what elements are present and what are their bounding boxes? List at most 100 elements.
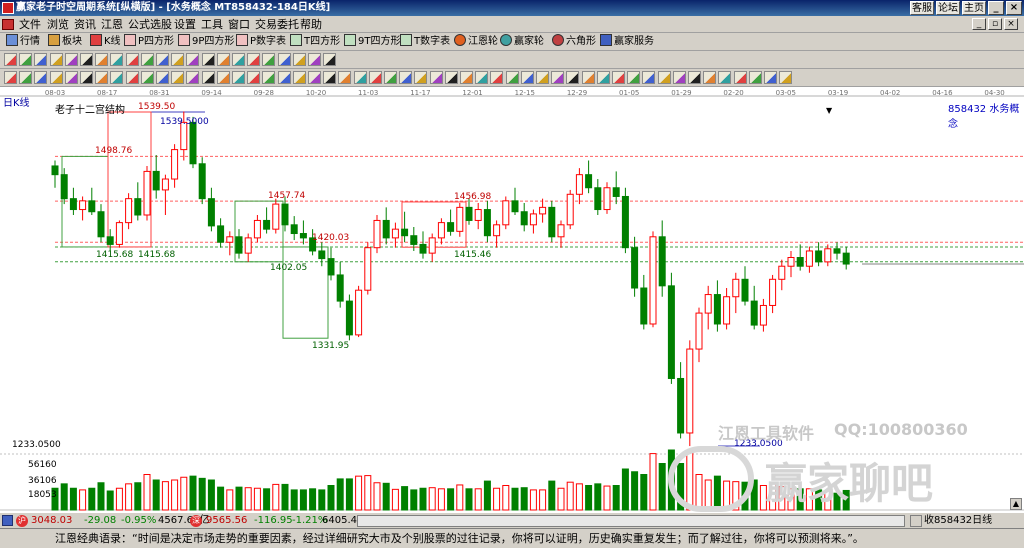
tb3-tool-icon[interactable] [338,71,352,84]
menu-trade[interactable]: 交易委托 [252,17,302,32]
tb2-tool-icon[interactable] [34,53,48,66]
tb3-tool-icon[interactable] [171,71,185,84]
tb2-tool-icon[interactable] [4,53,17,66]
tb3-tool-icon[interactable] [414,71,428,84]
gann-wheel-button[interactable]: 江恩轮 [454,34,498,50]
tb2-tool-icon[interactable] [171,53,185,66]
tb3-tool-icon[interactable] [551,71,565,84]
tb3-tool-icon[interactable] [490,71,504,84]
tb3-tool-icon[interactable] [475,71,489,84]
tb3-tool-icon[interactable] [49,71,63,84]
tb3-tool-icon[interactable] [566,71,580,84]
tb3-tool-icon[interactable] [733,71,747,84]
status-icon[interactable] [910,515,922,527]
tb2-tool-icon[interactable] [49,53,63,66]
tb3-tool-icon[interactable] [277,71,291,84]
tb3-tool-icon[interactable] [429,71,443,84]
tb3-tool-icon[interactable] [444,71,458,84]
kline-chart[interactable]: 08-03 08-17 08-31 09-14 09-28 10-20 11-03 11-17… [0,88,1024,512]
tb3-tool-icon[interactable] [718,71,732,84]
link-service[interactable]: 客服 [910,1,934,15]
tb2-tool-icon[interactable] [323,53,337,66]
tb3-tool-icon[interactable] [627,71,641,84]
tb2-tool-icon[interactable] [156,53,169,66]
tb3-tool-icon[interactable] [4,71,17,84]
winner-wheel-button[interactable]: 赢家轮 [500,34,544,50]
link-forum[interactable]: 论坛 [936,1,960,15]
tb2-tool-icon[interactable] [186,53,200,66]
tb2-tool-icon[interactable] [308,53,321,66]
tb3-tool-icon[interactable] [688,71,701,84]
mdi-restore-button[interactable]: ▫ [988,18,1002,30]
menu-info[interactable]: 资讯 [71,17,99,32]
menu-formula[interactable]: 公式选股 [125,17,175,32]
close-button[interactable]: × [1006,1,1022,15]
tb3-tool-icon[interactable] [460,71,473,84]
tb2-tool-icon[interactable] [125,53,139,66]
scroll-up-icon[interactable]: ▲ [1010,498,1022,510]
tb3-tool-icon[interactable] [247,71,261,84]
menu-tools[interactable]: 工具 [198,17,226,32]
tb3-tool-icon[interactable] [186,71,200,84]
mdi-doc-icon[interactable] [2,19,14,30]
t-number-button[interactable]: T数字表 [400,34,450,50]
tb3-tool-icon[interactable] [140,71,154,84]
menu-gann[interactable]: 江恩 [98,17,126,32]
tb3-tool-icon[interactable] [34,71,48,84]
tb3-tool-icon[interactable] [156,71,169,84]
t-square-button[interactable]: T四方形 [290,34,340,50]
tb3-tool-icon[interactable] [368,71,382,84]
9t-square-button[interactable]: 9T四方形 [344,34,400,50]
status-scrollbar[interactable] [357,515,905,527]
menu-browse[interactable]: 浏览 [44,17,72,32]
tb3-tool-icon[interactable] [353,71,367,84]
tb3-tool-icon[interactable] [308,71,321,84]
mdi-minimize-button[interactable]: _ [972,18,986,30]
tb3-tool-icon[interactable] [262,71,276,84]
tb2-tool-icon[interactable] [140,53,154,66]
tb3-tool-icon[interactable] [201,71,215,84]
tb3-tool-icon[interactable] [216,71,230,84]
tb3-tool-icon[interactable] [672,71,686,84]
sector-button[interactable]: 板块 [48,34,82,50]
quote-button[interactable]: 行情 [6,34,40,50]
tb3-tool-icon[interactable] [110,71,124,84]
tb2-tool-icon[interactable] [262,53,276,66]
tb3-tool-icon[interactable] [581,71,595,84]
tb3-tool-icon[interactable] [323,71,337,84]
menu-help[interactable]: 帮助 [297,17,325,32]
minimize-button[interactable]: _ [988,1,1004,15]
tb2-tool-icon[interactable] [80,53,93,66]
tb3-tool-icon[interactable] [657,71,671,84]
tb3-tool-icon[interactable] [384,71,397,84]
tb3-tool-icon[interactable] [642,71,656,84]
link-home[interactable]: 主页 [962,1,986,15]
tb3-tool-icon[interactable] [748,71,762,84]
chart-area[interactable]: 08-03 08-17 08-31 09-14 09-28 10-20 11-03 11-17… [0,88,1024,512]
tb3-tool-icon[interactable] [80,71,93,84]
tb2-tool-icon[interactable] [201,53,215,66]
keyboard-icon[interactable] [2,515,13,526]
tb3-tool-icon[interactable] [596,71,610,84]
tb2-tool-icon[interactable] [247,53,261,66]
menu-settings[interactable]: 设置 [171,17,199,32]
p-square-button[interactable]: P四方形 [124,34,174,50]
tb3-tool-icon[interactable] [779,71,793,84]
tb2-tool-icon[interactable] [64,53,78,66]
kline-button[interactable]: K线 [90,34,121,50]
tb3-tool-icon[interactable] [612,71,625,84]
tb3-tool-icon[interactable] [95,71,109,84]
tb3-tool-icon[interactable] [232,71,245,84]
tb2-tool-icon[interactable] [95,53,109,66]
tb2-tool-icon[interactable] [216,53,230,66]
winner-service-button[interactable]: 赢家服务 [600,34,654,50]
tb3-tool-icon[interactable] [520,71,534,84]
hexagon-button[interactable]: 六角形 [552,34,596,50]
menu-file[interactable]: 文件 [16,17,44,32]
9p-square-button[interactable]: 9P四方形 [178,34,234,50]
tb3-tool-icon[interactable] [399,71,413,84]
tb2-tool-icon[interactable] [277,53,291,66]
tb3-tool-icon[interactable] [19,71,33,84]
tb3-tool-icon[interactable] [764,71,777,84]
tb3-tool-icon[interactable] [505,71,519,84]
